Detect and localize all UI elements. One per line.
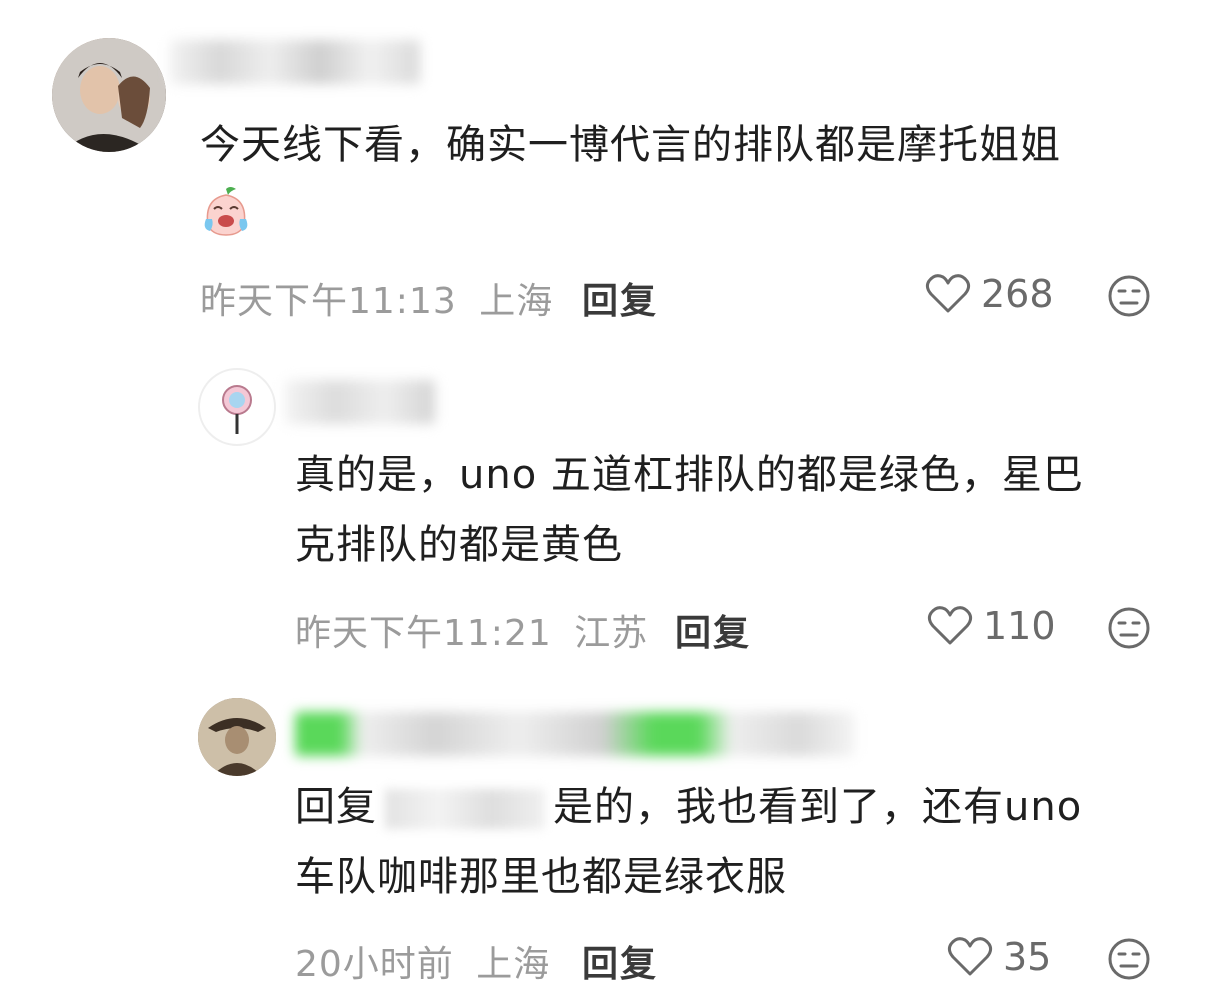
- timestamp: 昨天下午11:13: [200, 281, 457, 322]
- comment-3: 回复 是的，我也看到了，还有uno 车队咖啡那里也都是绿衣服 20小时前 上海 回…: [0, 690, 1220, 1007]
- crying-peach-emoji: [200, 185, 252, 237]
- timestamp: 20小时前: [295, 944, 454, 985]
- timestamp: 昨天下午11:21: [295, 613, 552, 654]
- heart-icon: [927, 606, 973, 645]
- comment-text-line2: 克排队的都是黄色: [295, 522, 623, 568]
- dislike-face-icon[interactable]: [1107, 937, 1151, 981]
- heart-icon: [925, 274, 971, 313]
- comment-text-line1: 是的，我也看到了，还有uno: [553, 784, 1083, 830]
- avatar[interactable]: [198, 368, 276, 446]
- comment-text: 回复 是的，我也看到了，还有uno: [295, 772, 1082, 842]
- reply-button[interactable]: 回复: [582, 935, 658, 987]
- reply-prefix: 回复: [295, 784, 377, 830]
- avatar[interactable]: [52, 38, 166, 152]
- avatar[interactable]: [198, 698, 276, 776]
- like-count: 110: [983, 604, 1056, 648]
- username-blurred[interactable]: [170, 40, 420, 84]
- comment-meta: 昨天下午11:13 上海: [200, 272, 553, 324]
- like-button[interactable]: 35: [947, 935, 1051, 979]
- reply-button[interactable]: 回复: [675, 604, 751, 656]
- masked-username[interactable]: [385, 789, 545, 829]
- username-blurred[interactable]: [295, 712, 855, 756]
- username-blurred[interactable]: [285, 380, 435, 424]
- like-button[interactable]: 110: [927, 604, 1056, 648]
- like-button[interactable]: 268: [925, 272, 1054, 316]
- location: 江苏: [574, 613, 649, 654]
- comment-2: 真的是，uno 五道杠排队的都是绿色，星巴 克排队的都是黄色 昨天下午11:21…: [0, 360, 1220, 680]
- heart-icon: [947, 937, 993, 976]
- like-count: 35: [1003, 935, 1052, 979]
- like-count: 268: [981, 272, 1054, 316]
- dislike-face-icon[interactable]: [1107, 606, 1151, 650]
- comment-text: 真的是，uno 五道杠排队的都是绿色，星巴: [295, 452, 1084, 498]
- comment-meta: 昨天下午11:21 江苏: [295, 604, 648, 656]
- comment-text: 今天线下看，确实一博代言的排队都是摩托姐姐: [200, 122, 1061, 168]
- location: 上海: [479, 281, 554, 322]
- comment-text-line2: 车队咖啡那里也都是绿衣服: [295, 854, 787, 900]
- reply-button[interactable]: 回复: [582, 272, 658, 324]
- comment-1: 今天线下看，确实一博代言的排队都是摩托姐姐 昨天下午11:13 上海 回复 26…: [0, 0, 1220, 340]
- comment-meta: 20小时前 上海: [295, 935, 550, 987]
- location: 上海: [476, 944, 551, 985]
- dislike-face-icon[interactable]: [1107, 274, 1151, 318]
